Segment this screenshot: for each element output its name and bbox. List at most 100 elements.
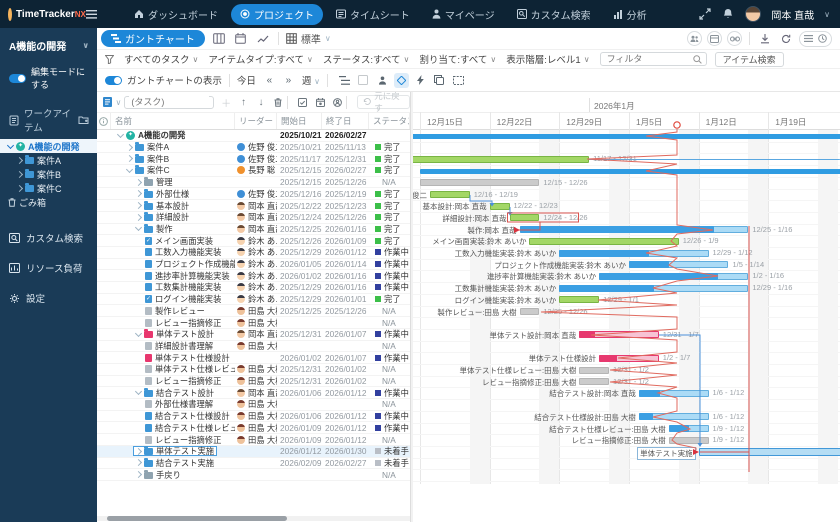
table-row[interactable]: 外部仕様書理解田島 大樹N/A [97,399,410,411]
row-name-cell[interactable]: 案件C [111,165,235,176]
row-name-cell[interactable]: 基本設計 [111,200,235,211]
row-name-cell[interactable]: 進捗率計算機能実装 [111,270,235,281]
next-icon[interactable]: » [281,73,296,88]
expander-icon[interactable] [135,459,142,466]
expander-icon[interactable] [126,143,133,150]
row-name-cell[interactable]: 詳細設計書理解 [111,341,235,352]
gantt-bar[interactable] [529,238,678,245]
table-row[interactable]: 単体テスト仕様レビュー田島 大樹2025/12/312026/01/02N/A [97,364,410,376]
h-scrollbar[interactable] [107,516,287,521]
table-row[interactable]: ✦A機能の開発2025/10/212026/02/27 [97,130,410,142]
assignee-icon[interactable] [375,73,390,88]
sidebar-item-案件C[interactable]: 案件C [0,181,97,195]
export-icon[interactable] [757,31,773,47]
edit-mode-toggle[interactable]: 編集モードにする [0,59,97,97]
row-name-cell[interactable]: プロジェクト作成機能… [111,259,235,270]
row-name-cell[interactable]: 案件B [111,153,235,164]
undo-button[interactable]: 元に戻す [357,95,410,109]
gantt-bar[interactable] [699,448,840,456]
nav-item-3[interactable]: マイページ [423,4,504,25]
assign-user-icon[interactable] [332,96,343,109]
table-row[interactable]: 単体テスト仕様設計2026/01/022026/01/07作業中 [97,352,410,364]
list-history-toggle[interactable] [799,31,832,47]
nav-item-1[interactable]: プロジェクト [231,4,323,25]
expander-icon[interactable] [16,156,23,163]
row-name-cell[interactable]: レビュー指摘修正 [111,434,235,445]
new-item-type-icon[interactable] [102,96,113,109]
table-row[interactable]: プロジェクト作成機能…鈴木 あ…2026/01/052026/01/14作業中 [97,259,410,271]
row-name-cell[interactable]: 管理 [111,177,235,188]
menu-icon[interactable] [86,10,97,19]
chart-view-icon[interactable] [255,31,271,47]
gantt-view-button[interactable]: ガントチャート [101,30,205,47]
gantt-bar[interactable] [420,179,539,186]
progress-line-icon[interactable] [413,73,428,88]
sidebar-item-ごみ箱[interactable]: ごみ箱 [0,195,97,209]
row-name-cell[interactable]: ✓ログイン機能実装 [111,294,235,305]
filter-dropdown-0[interactable]: すべてのタスク∨ [124,52,198,66]
expander-icon[interactable] [126,155,133,162]
row-name-cell[interactable]: 工数集計機能実装 [111,282,235,293]
card-icon[interactable] [707,31,722,46]
row-name-cell[interactable]: 案件A [111,142,235,153]
baseline-icon[interactable] [356,73,371,88]
column-header-ステータス[interactable]: ステータス [369,113,410,129]
nav-item-0[interactable]: ダッシュボード [125,4,227,25]
nav-item-4[interactable]: カスタム検索 [508,4,600,25]
row-name-cell[interactable]: 外部仕様 [111,189,235,200]
expander-icon[interactable] [126,166,133,173]
gantt-bar[interactable] [420,169,840,174]
table-row[interactable]: 案件B佐野 俊二2025/11/172025/12/31完了 [97,153,410,165]
sidebar-item-設定[interactable]: 設定 [0,283,97,313]
gantt-bar[interactable] [413,156,589,163]
filter-dropdown-1[interactable]: アイテムタイプ:すべて∨ [208,52,313,66]
expander-icon[interactable] [135,330,142,337]
view-preset-select[interactable]: 標準∨ [286,31,331,46]
link-icon[interactable] [727,31,742,46]
expander-icon[interactable] [135,202,142,209]
table-row[interactable]: 進捗率計算機能実装鈴木 あ…2026/01/022026/01/16作業中 [97,270,410,282]
table-row[interactable]: 案件A佐野 俊二2025/10/212025/11/13完了 [97,142,410,154]
show-gantt-toggle[interactable] [105,76,122,85]
complete-check-icon[interactable] [297,96,308,109]
table-row[interactable]: ✓メイン画面実装鈴木 あ…2025/12/262026/01/09完了 [97,235,410,247]
calendar-view-icon[interactable] [233,31,249,47]
table-row[interactable]: レビュー指摘修正田島 大樹N/A [97,317,410,329]
members-icon[interactable] [687,31,702,46]
table-row[interactable]: 結合テスト仕様設計田島 大樹2026/01/062026/01/12作業中 [97,411,410,423]
row-name-cell[interactable]: 結合テスト仕様レビュー [111,423,235,434]
board-view-icon[interactable] [211,31,227,47]
gantt-bar[interactable] [669,437,709,444]
refresh-icon[interactable] [778,31,794,47]
time-unit-select[interactable]: 週 ∨ [302,73,320,87]
expander-icon[interactable] [117,131,124,138]
nav-item-2[interactable]: タイムシート [327,4,419,25]
user-avatar[interactable] [745,6,761,22]
row-name-cell[interactable]: レビュー指摘修正 [111,317,235,328]
row-name-cell[interactable]: 工数入力機能実装 [111,247,235,258]
milestone-icon[interactable] [394,73,409,88]
gantt-bar[interactable] [559,296,599,303]
move-down-icon[interactable]: ↓ [255,96,266,109]
expander-icon[interactable] [16,184,23,191]
sidebar-item-カスタム検索[interactable]: カスタム検索 [0,223,97,253]
column-header-終了日[interactable]: 終了日 [322,113,369,129]
row-name-cell[interactable]: ✦A機能の開発 [111,130,235,141]
filter-dropdown-2[interactable]: ステータス:すべて∨ [323,52,409,66]
prev-icon[interactable]: « [262,73,277,88]
sidebar-item-案件B[interactable]: 案件B [0,167,97,181]
gantt-bar[interactable] [579,378,609,385]
row-name-cell[interactable]: 単体テスト実施 [111,446,235,457]
gantt-bar[interactable] [490,203,510,210]
filter-dropdown-3[interactable]: 割り当て:すべて∨ [419,52,496,66]
table-row[interactable]: 単体テスト設計岡本 直哉2025/12/312026/01/07作業中 [97,329,410,341]
expander-icon[interactable] [16,170,23,177]
table-row[interactable]: レビュー指摘修正田島 大樹2025/12/312026/01/02N/A [97,376,410,388]
table-row[interactable]: 製作岡本 直哉2025/12/252026/01/16完了 [97,224,410,236]
row-name-cell[interactable]: 単体テスト仕様レビュー [111,364,235,375]
outline-icon[interactable] [337,73,352,88]
gantt-bar[interactable] [510,214,540,221]
expander-icon[interactable] [135,448,142,455]
table-row[interactable]: 工数入力機能実装鈴木 あ…2025/12/292026/01/12作業中 [97,247,410,259]
expand-icon[interactable] [699,8,712,21]
